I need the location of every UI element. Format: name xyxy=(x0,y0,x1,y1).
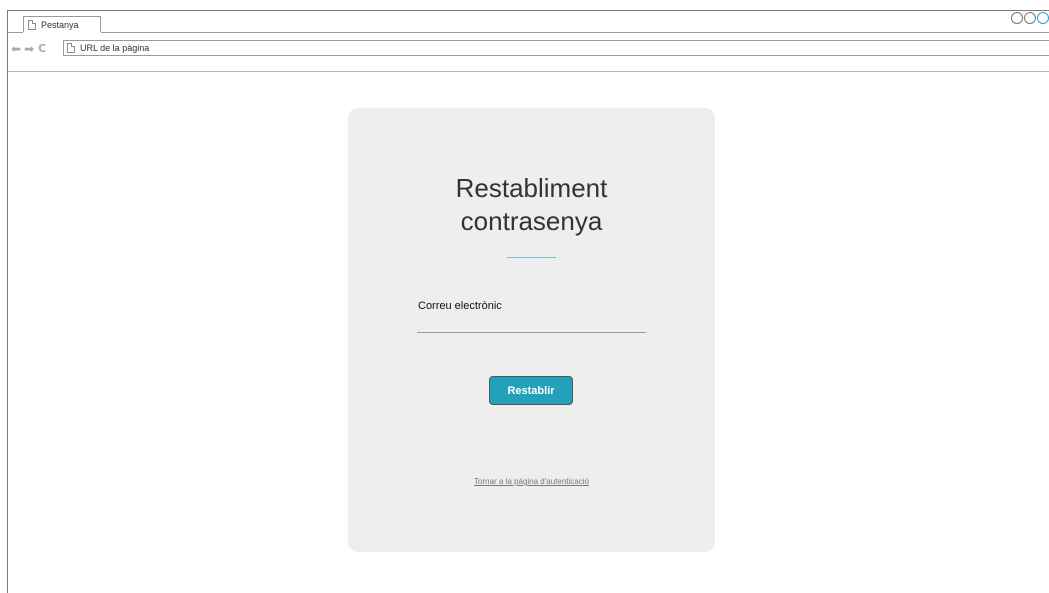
email-field[interactable] xyxy=(417,314,646,333)
reset-button[interactable]: Restablir xyxy=(489,376,573,405)
browser-tab[interactable]: Pestanya xyxy=(23,16,101,33)
title-line-1: Restabliment xyxy=(455,173,608,203)
window-circle-icon[interactable] xyxy=(1037,12,1049,24)
url-placeholder: URL de la pàgina xyxy=(80,43,150,53)
reload-icon[interactable]: C xyxy=(38,43,46,55)
tab-gap xyxy=(23,32,101,34)
tab-strip-divider xyxy=(8,32,1049,33)
page-icon xyxy=(67,43,75,53)
back-arrow-icon[interactable]: ⬅ xyxy=(11,43,21,55)
browser-window: Pestanya ⬅ ➡ C URL de la pàgina Restabli… xyxy=(7,10,1049,593)
forward-arrow-icon[interactable]: ➡ xyxy=(24,43,34,55)
window-circle-icon[interactable] xyxy=(1011,12,1023,24)
title-divider xyxy=(507,257,556,258)
window-circle-icon[interactable] xyxy=(1024,12,1036,24)
window-controls xyxy=(1011,12,1049,24)
reset-password-card: Restabliment contrasenya Correu electròn… xyxy=(348,108,715,552)
tab-label: Pestanya xyxy=(41,20,79,30)
toolbar-divider xyxy=(8,71,1049,72)
page-title: Restabliment contrasenya xyxy=(348,172,715,238)
page-icon xyxy=(28,20,36,30)
back-to-login-link[interactable]: Tornar a la pàgina d'autenticació xyxy=(348,477,715,486)
email-label: Correu electrònic xyxy=(418,300,502,312)
title-line-2: contrasenya xyxy=(460,206,603,236)
url-bar[interactable]: URL de la pàgina xyxy=(63,40,1049,56)
